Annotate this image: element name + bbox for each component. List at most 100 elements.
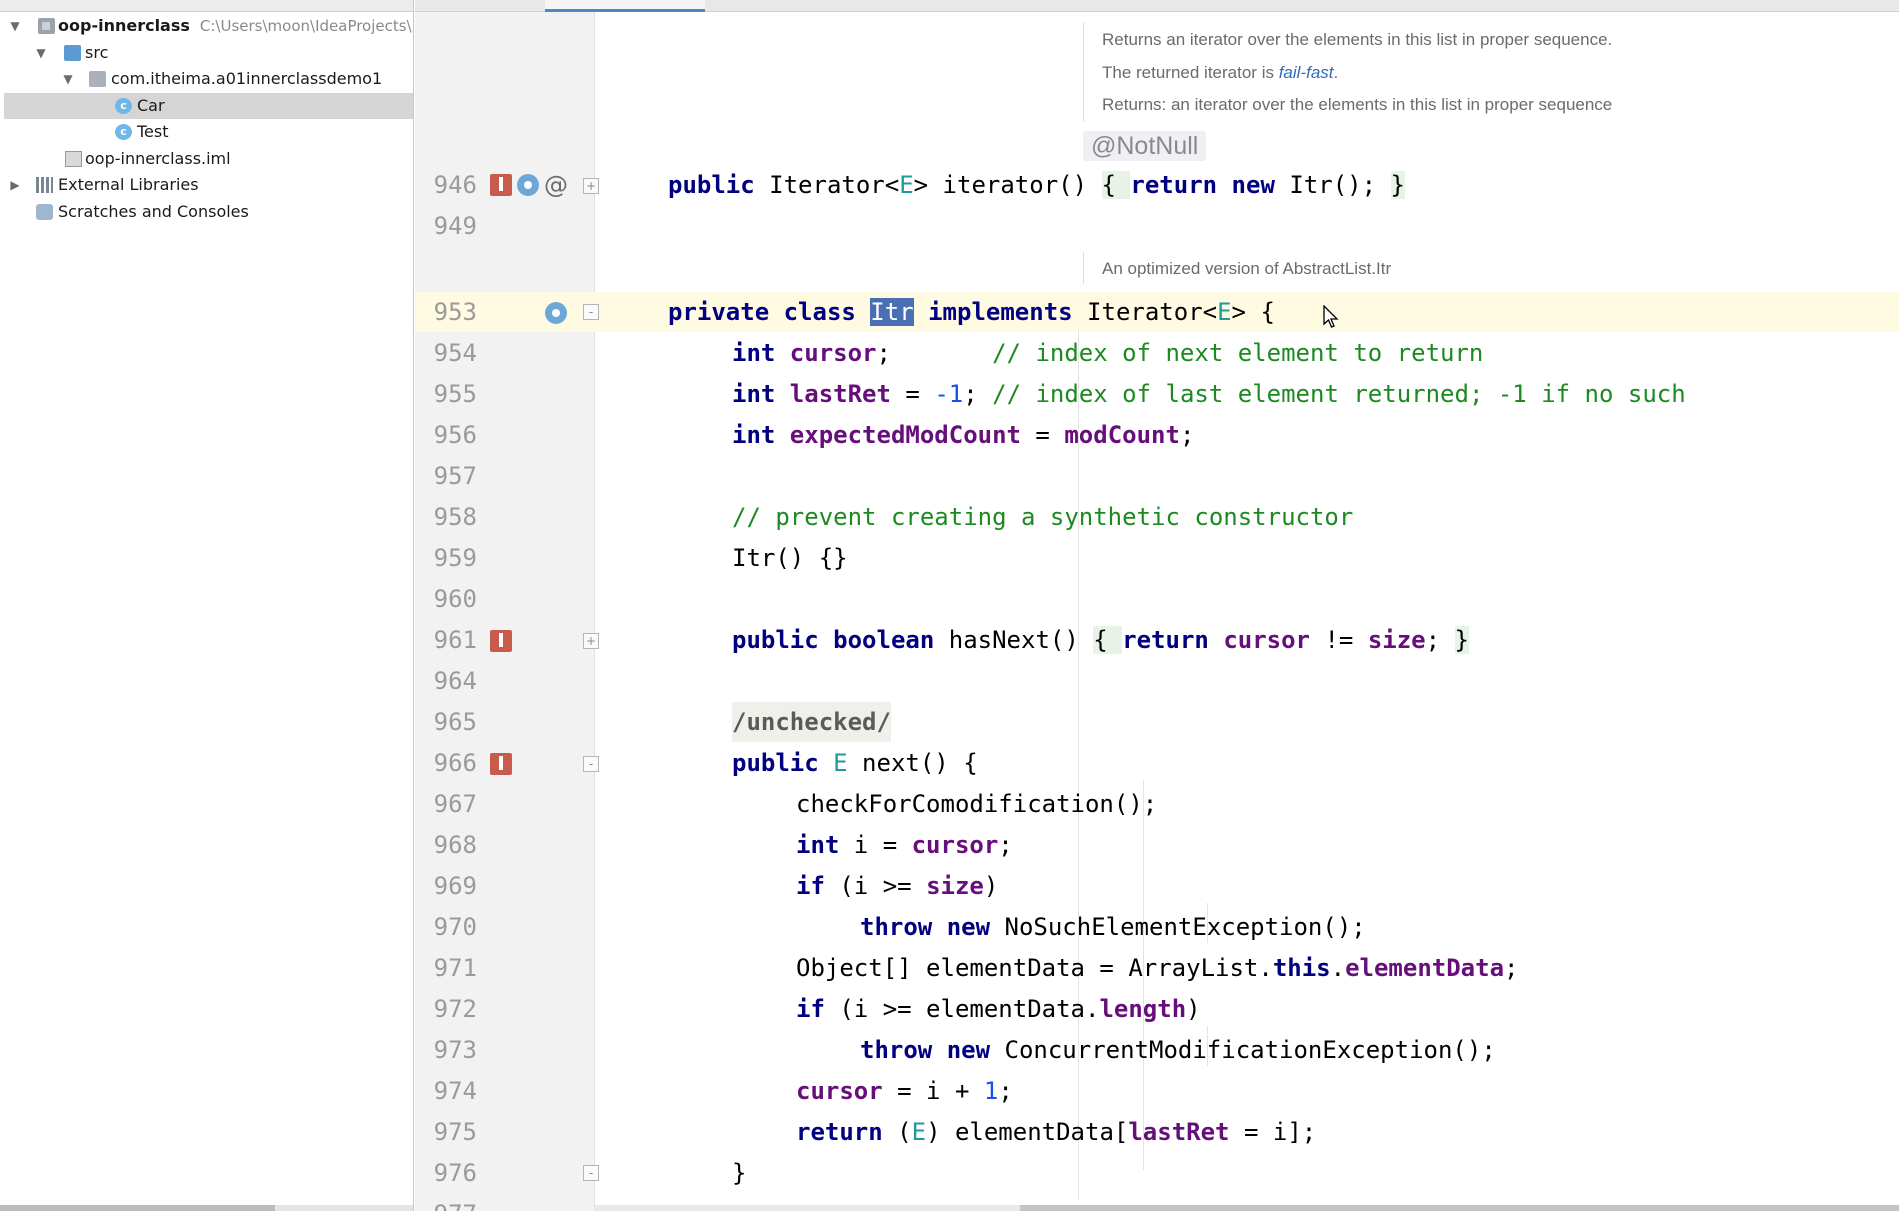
code-line-976[interactable]: } [732,1153,746,1193]
line-number: 946 [433,171,477,199]
fold-toggle-icon[interactable]: - [583,756,599,772]
token: 1 [983,1077,999,1105]
code-line-974[interactable]: cursor = i + 1; [796,1071,1013,1111]
token: private class [668,298,871,326]
code-line-967[interactable]: checkForComodification(); [796,784,1157,824]
fold-toggle-icon[interactable]: + [583,633,599,649]
token: = [890,380,935,408]
token: public [732,749,834,777]
token: Itr(); [1289,171,1391,199]
token: hasNext() [948,626,1094,654]
runnable-class-icon: c [115,124,132,140]
notnull-annotation[interactable]: @NotNull [1083,131,1207,161]
token: expectedModCount [789,421,1021,449]
token: ; [1179,421,1195,449]
token: > iterator() [913,171,1102,199]
line-number: 970 [433,913,477,941]
token: i = [853,831,912,859]
tree-label-test: Test [137,122,169,141]
code-line-958[interactable]: // prevent creating a synthetic construc… [732,497,1353,537]
tree-node-test[interactable]: c Test [4,119,413,145]
code-line-966[interactable]: public E next() { [732,743,978,783]
tab-arraylist[interactable] [545,0,705,12]
code-line-959[interactable]: Itr() {} [732,538,848,578]
code-line-969[interactable]: if (i >= size) [796,866,998,906]
selected-identifier[interactable]: Itr [870,298,914,326]
fail-fast-link[interactable]: fail-fast [1279,63,1334,82]
scrollbar-thumb[interactable] [1020,1205,1899,1211]
line-number: 967 [433,790,477,818]
token: ; [998,831,1013,859]
token: = i + [882,1077,984,1105]
token: // index of next element to return [992,339,1484,367]
code-line-973[interactable]: throw new ConcurrentModificationExceptio… [860,1030,1496,1070]
line-number: 958 [433,503,477,531]
token: E [833,749,848,777]
chevron-down-icon[interactable]: ▼ [34,40,48,66]
code-line-972[interactable]: if (i >= elementData.length) [796,989,1201,1029]
chevron-right-icon[interactable]: ▶ [8,172,22,198]
line-number: 977 [415,1194,477,1211]
tree-node-external-libraries[interactable]: ▶ External Libraries [4,172,413,198]
tree-label-car: Car [137,96,165,115]
implemented-icon[interactable] [517,174,539,196]
override-icon[interactable] [490,630,512,652]
chevron-down-icon[interactable]: ▼ [8,13,22,39]
fold-toggle-icon[interactable]: + [583,178,599,194]
scrollbar-thumb[interactable] [0,1205,275,1211]
code-line-970[interactable]: throw new NoSuchElementException(); [860,907,1366,947]
token: elementData [1345,954,1505,982]
doc-comment-itr: An optimized version of AbstractList.Itr [1102,259,1392,278]
code-line-975[interactable]: return (E) elementData[lastRet = i]; [796,1112,1316,1152]
line-number: 959 [433,544,477,572]
code-line-961[interactable]: public boolean hasNext() { return cursor… [732,620,1469,660]
implemented-icon[interactable] [545,302,567,324]
project-tool-window: ▼ oop-innerclass C:\Users\moon\IdeaProjec… [0,0,414,1211]
module-folder-icon [38,18,55,34]
token: cursor [796,1077,883,1105]
doc-comment-bar [1083,22,1084,122]
chevron-down-icon[interactable]: ▼ [61,66,75,92]
token: modCount [1064,421,1180,449]
override-icon[interactable] [490,174,512,196]
fold-toggle-icon[interactable]: - [583,304,599,320]
code-line-965-folded-annotation[interactable]: /unchecked/ [732,702,891,742]
code-line-968[interactable]: int i = cursor; [796,825,1013,865]
line-number: 953 [433,298,477,326]
editor-tabs [415,0,1899,12]
tree-node-car[interactable]: c Car [4,93,413,119]
token: lastRet [1128,1118,1230,1146]
code-line-954[interactable]: int cursor; // index of next element to … [732,333,1483,373]
line-number: 965 [433,708,477,736]
mouse-pointer-icon [1323,305,1339,328]
token: return new [1130,171,1290,199]
tree-node-iml[interactable]: oop-innerclass.iml [4,146,413,172]
code-line-946[interactable]: public Iterator<E> iterator() { return n… [668,165,1405,205]
scratches-icon [36,204,53,220]
code-editor[interactable]: Returns an iterator over the elements in… [415,0,1899,1211]
line-number: 960 [433,585,477,613]
tree-node-package[interactable]: ▼ com.itheima.a01innerclassdemo1 [4,66,413,92]
tree-node-src[interactable]: ▼ src [4,40,413,66]
at-icon[interactable]: @ [544,173,568,197]
code-line-953[interactable]: private class Itr implements Iterator<E>… [668,292,1275,332]
token: ConcurrentModificationException(); [1004,1036,1496,1064]
token: this [1272,954,1331,982]
code-line-956[interactable]: int expectedModCount = modCount; [732,415,1194,455]
token: E [911,1118,927,1146]
code-line-955[interactable]: int lastRet = -1; // index of last eleme… [732,374,1686,414]
token: > { [1231,298,1275,326]
tree-node-scratches[interactable]: Scratches and Consoles [4,199,413,225]
project-horizontal-scrollbar[interactable] [0,1205,413,1211]
doc-line-2: The returned iterator is fail-fast. [1102,63,1338,83]
tree-node-project-root[interactable]: ▼ oop-innerclass C:\Users\moon\IdeaProjec… [4,13,413,39]
token: lastRet [789,380,891,408]
token: E [899,171,914,199]
token: size [1367,626,1426,654]
line-number: 968 [433,831,477,859]
override-icon[interactable] [490,753,512,775]
token: } [1454,626,1469,654]
code-line-971[interactable]: Object[] elementData = ArrayList.this.el… [796,948,1518,988]
fold-end-icon[interactable]: - [583,1165,599,1181]
editor-horizontal-scrollbar[interactable] [595,1205,1899,1211]
